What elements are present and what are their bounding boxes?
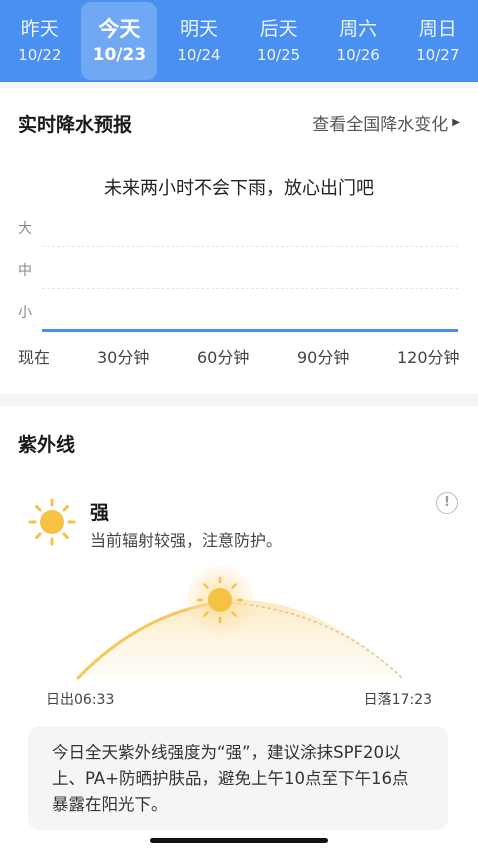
day-tab-name: 明天 <box>179 18 218 40</box>
info-icon[interactable]: ! <box>436 492 458 514</box>
grid-line <box>42 288 458 289</box>
sun-icon <box>28 498 76 546</box>
day-tab-date: 10/27 <box>416 46 460 64</box>
uv-description: 当前辐射较强，注意防护。 <box>90 531 283 550</box>
precip-card: 实时降水预报 查看全国降水变化 ▶ 未来两小时不会下雨，放心出门吧 大 中 小 … <box>0 88 478 394</box>
uv-title: 紫外线 <box>18 434 76 456</box>
day-tab-name: 今天 <box>98 17 141 41</box>
uv-level: 强 <box>90 502 110 524</box>
day-tab-name: 昨天 <box>20 18 59 40</box>
day-tab-name: 后天 <box>259 18 298 40</box>
day-tab-date: 10/24 <box>177 46 221 64</box>
time-label-now: 现在 <box>18 348 51 367</box>
active-day-highlight: 今天 10/23 <box>81 2 158 80</box>
day-tab-sunday[interactable]: 周日 10/27 <box>398 0 478 82</box>
time-label-120: 120分钟 <box>397 348 460 367</box>
day-tab-today[interactable]: 今天 10/23 <box>80 0 160 82</box>
day-tab-date: 10/23 <box>92 45 147 65</box>
day-tab-saturday[interactable]: 周六 10/26 <box>318 0 398 82</box>
sun-path-arc <box>76 566 403 680</box>
caret-right-icon: ▶ <box>452 117 460 128</box>
level-label-medium: 中 <box>18 263 32 279</box>
uv-card: 紫外线 强 当前辐射较强，注意防护。 ! 日出06:33 日落17:23 今日全… <box>0 406 478 850</box>
uv-advice: 今日全天紫外线强度为“强”，建议涂抹SPF20以上、PA+防晒护肤品，避免上午1… <box>28 726 448 830</box>
sunset-time: 日落17:23 <box>363 692 432 708</box>
level-label-heavy: 大 <box>18 221 32 237</box>
day-tab-name: 周六 <box>339 18 378 40</box>
day-tab-date: 10/22 <box>18 46 62 64</box>
precip-message: 未来两小时不会下雨，放心出门吧 <box>104 178 374 199</box>
day-tab-day-after[interactable]: 后天 10/25 <box>239 0 319 82</box>
home-indicator[interactable] <box>150 838 328 843</box>
grid-line <box>42 246 458 247</box>
day-tab-date: 10/26 <box>336 46 380 64</box>
day-selector: 昨天 10/22 今天 10/23 明天 10/24 后天 10/25 周六 1… <box>0 0 478 82</box>
time-label-30: 30分钟 <box>97 348 150 367</box>
precip-title: 实时降水预报 <box>18 114 133 136</box>
national-precip-link-label: 查看全国降水变化 <box>312 115 449 135</box>
day-tab-date: 10/25 <box>256 46 301 64</box>
day-tab-name: 周日 <box>418 18 457 40</box>
day-tab-yesterday[interactable]: 昨天 10/22 <box>0 0 80 82</box>
national-precip-link[interactable]: 查看全国降水变化 ▶ <box>312 110 460 135</box>
precip-intensity-line <box>42 329 458 332</box>
time-label-90: 90分钟 <box>297 348 350 367</box>
day-tab-tomorrow[interactable]: 明天 10/24 <box>159 0 239 82</box>
sunrise-time: 日出06:33 <box>46 692 115 708</box>
time-label-60: 60分钟 <box>197 348 250 367</box>
level-label-light: 小 <box>18 305 32 321</box>
